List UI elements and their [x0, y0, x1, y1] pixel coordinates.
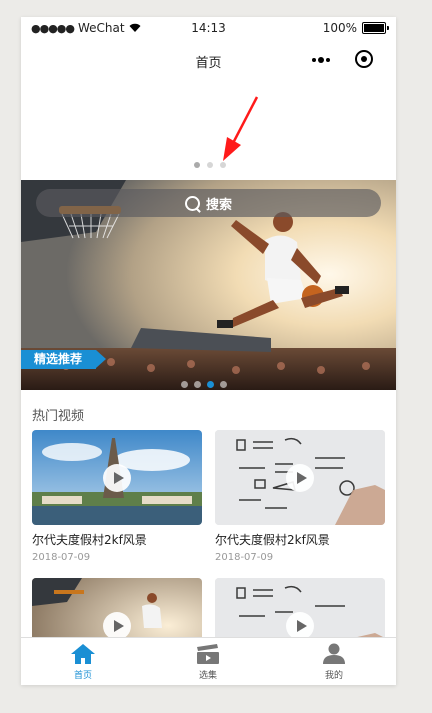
status-bar: ●●●●● WeChat 14:13 100% [21, 17, 396, 39]
play-icon[interactable] [286, 612, 314, 640]
tab-bar: 首页 选集 我的 [21, 637, 396, 685]
featured-tag: 精选推荐 [21, 350, 107, 369]
battery-percent: 100% [322, 21, 357, 35]
phone-screen: ●●●●● WeChat 14:13 100% 首页 搜索 精选推荐 热门视频 … [21, 17, 396, 685]
nav-bar: 首页 [21, 39, 396, 79]
video-date: 2018-07-09 [32, 552, 91, 563]
video-thumbnail[interactable] [32, 430, 202, 525]
battery-group: 100% [322, 21, 389, 35]
carousel-dot-active[interactable] [207, 381, 214, 388]
user-icon [323, 643, 345, 664]
search-label: 搜索 [205, 197, 232, 213]
section-title: 热门视频 [32, 409, 85, 424]
video-card[interactable]: 尔代夫度假村2kf风景 2018-07-09 [32, 430, 202, 563]
play-icon[interactable] [103, 612, 131, 640]
search-bar[interactable]: 搜索 [36, 189, 381, 217]
carousel-dot[interactable] [220, 381, 227, 388]
close-miniprogram-button[interactable] [355, 50, 373, 68]
tab-label: 首页 [73, 671, 92, 681]
tab-home[interactable]: 首页 [53, 643, 113, 681]
carousel-dots [181, 373, 233, 390]
indicator-dot [207, 162, 213, 168]
carousel-dot[interactable] [181, 381, 188, 388]
video-title[interactable]: 尔代夫度假村2kf风景 [32, 531, 202, 548]
page-title: 首页 [195, 56, 222, 71]
tab-profile[interactable]: 我的 [304, 643, 364, 681]
battery-icon [362, 22, 389, 34]
page-indicator [194, 153, 233, 172]
video-title[interactable]: 尔代夫度假村2kf风景 [215, 531, 385, 548]
indicator-dot [194, 162, 200, 168]
home-icon [71, 644, 95, 664]
carousel-dot[interactable] [194, 381, 201, 388]
video-thumbnail[interactable] [215, 430, 385, 525]
tab-label: 选集 [198, 671, 217, 681]
play-icon[interactable] [286, 464, 314, 492]
video-card[interactable]: 尔代夫度假村2kf风景 2018-07-09 [215, 430, 385, 563]
search-icon [184, 195, 200, 211]
tab-label: 我的 [324, 671, 343, 681]
tab-episodes[interactable]: 选集 [178, 643, 238, 681]
play-icon[interactable] [103, 464, 131, 492]
more-menu-button[interactable] [310, 49, 334, 69]
banner-carousel[interactable]: 搜索 精选推荐 [21, 180, 396, 390]
video-date: 2018-07-09 [215, 552, 274, 563]
film-icon [197, 644, 219, 664]
indicator-dot [220, 162, 226, 168]
